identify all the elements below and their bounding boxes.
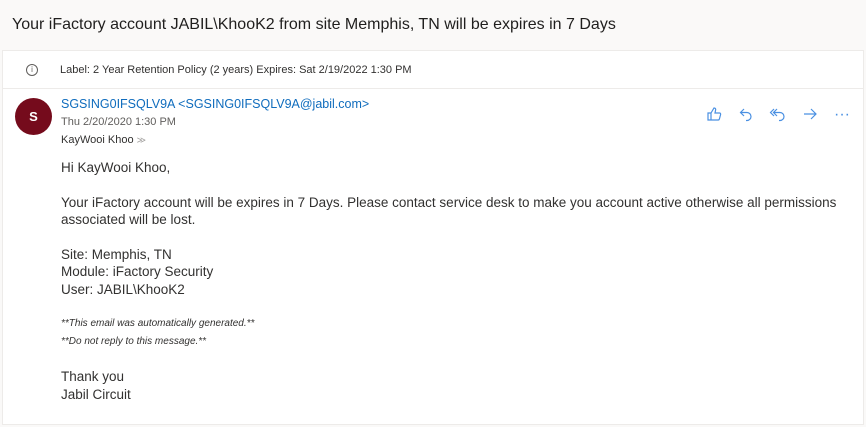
- like-icon[interactable]: [705, 106, 723, 127]
- recipient[interactable]: KayWooi Khoo ≫: [61, 134, 146, 146]
- info-icon: i: [26, 63, 38, 76]
- forward-icon[interactable]: [801, 106, 819, 127]
- module-line: Module: iFactory Security: [61, 264, 214, 279]
- signature: Jabil Circuit: [61, 386, 131, 402]
- thanks: Thank you: [61, 369, 125, 384]
- email-subject: Your iFactory account JABIL\KhooK2 from …: [12, 16, 616, 33]
- greeting: Hi KayWooi Khoo,: [61, 160, 171, 175]
- sender[interactable]: SGSING0IFSQLV9A <SGSING0IFSQLV9A@jabil.c…: [61, 97, 369, 111]
- message-body: Hi KayWooi Khoo, Your iFactory account w…: [61, 159, 841, 403]
- chevron-down-icon[interactable]: ≫: [137, 135, 146, 145]
- message-actions: ···: [705, 106, 851, 127]
- sent-date: Thu 2/20/2020 1:30 PM: [61, 116, 176, 128]
- user-line: User: JABIL\KhooK2: [61, 281, 185, 297]
- retention-label-bar: i Label: 2 Year Retention Policy (2 year…: [3, 51, 863, 89]
- recipient-name: KayWooi Khoo: [61, 134, 134, 146]
- reply-all-icon[interactable]: [769, 106, 787, 127]
- more-icon[interactable]: ···: [833, 106, 851, 127]
- message-card: i Label: 2 Year Retention Policy (2 year…: [2, 50, 864, 425]
- body-paragraph: Your iFactory account will be expires in…: [61, 194, 837, 228]
- retention-label: Label: 2 Year Retention Policy (2 years)…: [60, 63, 412, 76]
- avatar[interactable]: S: [15, 98, 52, 135]
- site-line: Site: Memphis, TN: [61, 246, 172, 262]
- no-reply-note: **Do not reply to this message.**: [61, 336, 207, 347]
- auto-note: **This email was automatically generated…: [61, 318, 255, 329]
- reply-icon[interactable]: [737, 106, 755, 127]
